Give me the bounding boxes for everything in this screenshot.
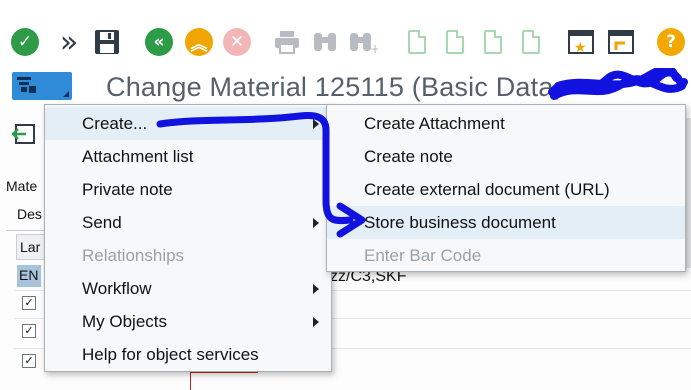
sap-screen: ✓ » « ︽ ✕ + ★ ? Change Material 125115 (…	[0, 0, 691, 390]
annotation-arrow	[156, 112, 366, 238]
